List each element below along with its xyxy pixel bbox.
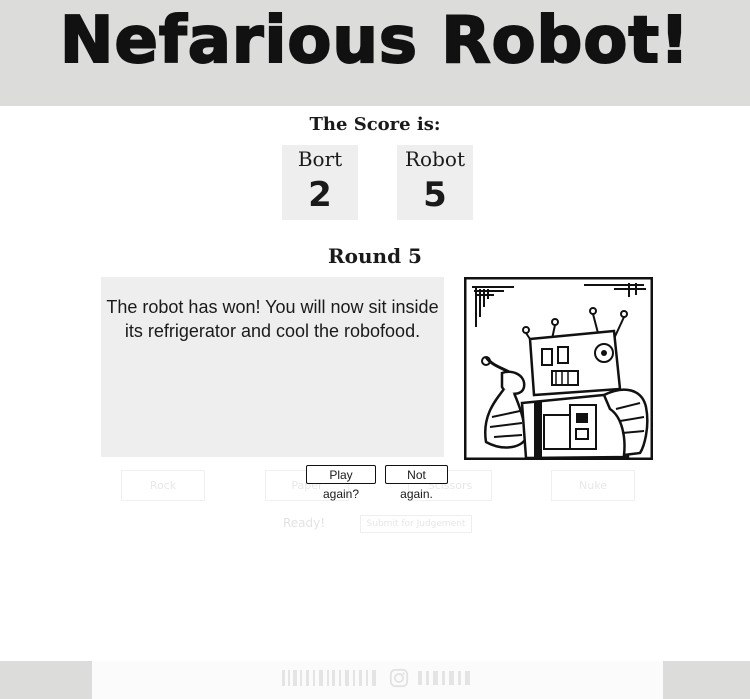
player-name: Bort [297, 147, 343, 171]
robot-name: Robot [405, 147, 465, 171]
footer-left [0, 661, 92, 699]
instagram-icon[interactable] [388, 668, 410, 688]
robot-score: 5 [423, 175, 447, 215]
nuke-choice-button[interactable]: Nuke [551, 470, 635, 501]
game-title: Nefarious Robot! [59, 3, 691, 79]
robot-illustration [464, 277, 653, 460]
player-score: 2 [308, 175, 332, 215]
barcode-icon [282, 670, 376, 686]
footer-right [663, 661, 750, 699]
score-heading: The Score is: [309, 114, 441, 135]
message-panel: The robot has won! You will now sit insi… [101, 277, 444, 457]
result-message: The robot has won! You will now sit insi… [106, 297, 439, 341]
score-box-player: Bort 2 [282, 145, 358, 220]
not-again-button[interactable]: Not again. [385, 465, 448, 501]
score-box-robot: Robot 5 [397, 145, 473, 220]
rock-choice-button[interactable]: Rock [121, 470, 205, 501]
footer-logo-icon [418, 671, 470, 685]
ready-label: Ready! [283, 516, 326, 530]
submit-judgement-button[interactable]: Submit for Judgement [360, 515, 472, 533]
round-label: Round 5 [328, 244, 422, 268]
play-again-button[interactable]: Play again? [306, 465, 376, 501]
